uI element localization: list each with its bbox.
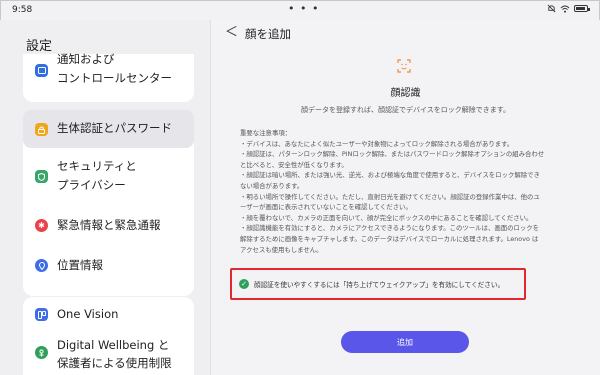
mute-icon [547, 4, 556, 13]
settings-sidebar: 設定 通知および コントロールセンター 生体認証とパスワード セキュリティと プ… [0, 20, 210, 375]
status-time: 9:58 [12, 5, 33, 15]
battery-icon [574, 5, 590, 12]
check-circle-icon: ✓ [239, 279, 249, 289]
sidebar-item-notifications[interactable]: 通知および コントロールセンター [23, 52, 194, 102]
sidebar-item-label: コントロールセンター [57, 71, 172, 85]
sidebar-item-label: 生体認証とパスワード [57, 121, 172, 135]
sidebar-item-biometrics[interactable]: 生体認証とパスワード [23, 110, 194, 148]
note-line: ・明るい場所で操作してください。ただし、直射日光を避けてください。顔認証の登録作… [240, 192, 540, 201]
wifi-icon [560, 5, 570, 13]
sidebar-item-label: プライバシー [57, 178, 126, 192]
sidebar-item-one-vision[interactable]: One Vision [23, 297, 194, 329]
note-line: アクセスも使用もしません。 [240, 245, 323, 254]
note-line: 重要な注意事項： [240, 129, 292, 137]
sidebar-item-security-privacy[interactable]: セキュリティと プライバシー [23, 150, 194, 202]
shield-icon [35, 170, 48, 183]
sidebar-item-label: Digital Wellbeing と [57, 338, 170, 352]
notification-icon [35, 64, 48, 77]
page-title: 顔を追加 [245, 27, 291, 41]
face-recognition-heading: 顔認識 [390, 88, 421, 99]
sidebar-item-label: 保護者による使用制限 [57, 356, 172, 370]
note-line: ・顔認証は暗い場所、または強い光、逆光、および極端な角度で使用すると、デバイスを… [240, 171, 540, 180]
note-line: と比べると、安全性が低くなります。 [240, 160, 348, 169]
sidebar-item-label: 位置情報 [57, 258, 103, 272]
face-recognition-subtitle: 顔データを登録すれば、顔認証でデバイスをロック解除できます。 [300, 106, 511, 114]
important-notes: 重要な注意事項： ・デバイスは、あなたによく似たユーザーや対象物によってロック解… [240, 128, 573, 255]
add-button[interactable]: 追加 [341, 331, 469, 353]
multitask-dots[interactable]: • • • [288, 2, 319, 15]
sidebar-card-wellbeing: One Vision Digital Wellbeing と 保護者による使用制… [23, 297, 194, 375]
sidebar-card-security: 生体認証とパスワード セキュリティと プライバシー ✱ 緊急情報と緊急通報 位置… [23, 110, 194, 296]
sidebar-item-digital-wellbeing[interactable]: Digital Wellbeing と 保護者による使用制限 [23, 333, 194, 375]
note-line: ・顔認識機能を有効にすると、カメラにアクセスできるようになります。このツールは、… [240, 224, 540, 233]
sidebar-item-label: One Vision [57, 307, 119, 321]
sidebar-item-label: 通知および [57, 52, 115, 66]
sidebar-item-emergency[interactable]: ✱ 緊急情報と緊急通報 [23, 206, 194, 246]
location-pin-icon [35, 259, 48, 272]
note-line: ーザーが画面に表示されていないことを確認してください。 [240, 203, 412, 212]
status-bar: 9:58 • • • [0, 0, 600, 20]
settings-title: 設定 [26, 39, 53, 54]
note-line: ・デバイスは、あなたによく似たユーザーや対象物によってロック解除される場合があり… [240, 139, 514, 148]
sidebar-item-location[interactable]: 位置情報 [23, 247, 194, 287]
sidebar-card-notifications: 通知および コントロールセンター [23, 52, 194, 102]
raise-to-wake-hint[interactable]: 顔認証を使いやすくするには「持ち上げてウェイクアップ」を有効にしてください。 [254, 279, 504, 289]
back-button[interactable]: ＜ [225, 24, 239, 42]
sidebar-item-label: 緊急情報と緊急通報 [57, 218, 161, 232]
note-line: 解除するために画像をキャプチャします。このデータはデバイスでローカルに処理されま… [240, 234, 539, 243]
note-line: ・顔認証は、パターンロック解除、PINロック解除、またはパスワードロック解除オプ… [240, 150, 545, 159]
note-line: ない場合があります。 [240, 181, 304, 190]
sidebar-item-label: セキュリティと [57, 159, 137, 173]
one-vision-icon [35, 308, 48, 321]
lock-icon [35, 123, 48, 136]
add-face-page: ＜ 顔を追加 顔認識 顔データを登録すれば、顔認証でデバイスをロック解除できます… [211, 20, 600, 375]
wellbeing-icon [35, 346, 48, 359]
face-scan-icon [397, 59, 411, 73]
status-icons [547, 4, 590, 13]
note-line: ・顔を覆わないで、カメラの正面を向いて、顔が完全にボックスの中にあることを確認し… [240, 213, 533, 222]
asterisk-icon: ✱ [35, 219, 48, 232]
